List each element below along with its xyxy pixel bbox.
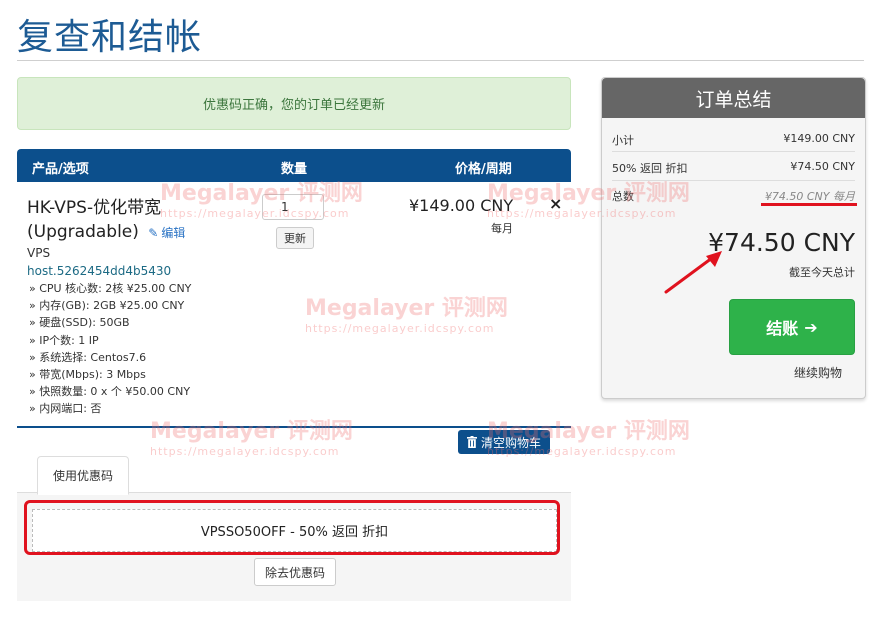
subtotal-label: 小计 — [612, 134, 634, 147]
product-name-text: HK-VPS-优化带宽 (Upgradable) — [27, 198, 162, 242]
watermark: Megalayer 评测网 https://megalayer.idcspy.co… — [305, 290, 508, 335]
option-item: » 快照数量: 0 x 个 ¥50.00 CNY — [29, 385, 191, 399]
option-item: » CPU 核心数: 2核 ¥25.00 CNY — [29, 282, 192, 295]
success-alert-text: 优惠码正确，您的订单已经更新 — [202, 98, 385, 113]
watermark-brand: Megalayer 评测网 — [487, 181, 690, 206]
discount-value: ¥74.50 CNY — [790, 160, 855, 173]
watermark-brand: Megalayer 评测网 — [150, 419, 353, 444]
discount-row: 50% 返回 折扣 ¥74.50 CNY — [612, 160, 855, 176]
checkout-button[interactable]: 结账 ➔ — [729, 299, 855, 355]
watermark-brand: Megalayer 评测网 — [160, 181, 363, 206]
trash-icon — [466, 436, 477, 448]
watermark-url: https://megalayer.idcspy.com — [487, 445, 677, 458]
success-alert: 优惠码正确，您的订单已经更新 — [17, 77, 571, 130]
subtotal-row: 小计 ¥149.00 CNY — [612, 132, 855, 148]
promo-highlight-annotation — [24, 500, 560, 555]
option-item: » 系统选择: Centos7.6 — [29, 350, 147, 364]
watermark-url: https://megalayer.idcspy.com — [487, 207, 677, 220]
order-summary-title: 订单总结 — [602, 78, 865, 118]
watermark-url: https://megalayer.idcspy.com — [150, 445, 340, 458]
edit-label: 编辑 — [161, 226, 186, 240]
product-type: VPS — [27, 246, 51, 260]
product-options-list: » CPU 核心数: 2核 ¥25.00 CNY » 内存(GB): 2GB ¥… — [29, 280, 191, 418]
product-hostname: host.5262454dd4b5430 — [27, 264, 172, 278]
option-item: » 硬盘(SSD): 50GB — [29, 316, 130, 330]
watermark-url: https://megalayer.idcspy.com — [160, 207, 350, 220]
summary-divider — [612, 151, 855, 152]
watermark: Megalayer 评测网 https://megalayer.idcspy.co… — [487, 175, 690, 220]
checkout-label: 结账 — [766, 319, 799, 338]
continue-shopping-link[interactable]: 继续购物 — [794, 364, 842, 381]
title-divider — [17, 60, 864, 61]
due-today-label: 截至今天总计 — [789, 266, 855, 279]
watermark: Megalayer 评测网 https://megalayer.idcspy.co… — [160, 175, 363, 220]
red-arrow-annotation-icon — [664, 251, 722, 294]
pencil-icon: ✎ — [148, 226, 159, 240]
option-item: » 带宽(Mbps): 3 Mbps — [29, 368, 146, 382]
order-summary-panel: 订单总结 小计 ¥149.00 CNY 50% 返回 折扣 ¥74.50 CNY… — [601, 77, 866, 399]
discount-label: 50% 返回 折扣 — [612, 162, 688, 175]
billing-cycle: 每月 — [491, 222, 513, 235]
totals-underline-annotation — [761, 203, 857, 206]
watermark: Megalayer 评测网 https://megalayer.idcspy.co… — [487, 413, 690, 458]
option-item: » IP个数: 1 IP — [29, 333, 99, 347]
page-title: 复查和结帐 — [17, 17, 203, 58]
arrow-right-icon: ➔ — [804, 317, 818, 337]
edit-link[interactable]: ✎ 编辑 — [148, 226, 185, 240]
watermark: Megalayer 评测网 https://megalayer.idcspy.co… — [150, 413, 353, 458]
header-product: 产品/选项 — [32, 162, 89, 177]
watermark-brand: Megalayer 评测网 — [487, 419, 690, 444]
tab-use-promo[interactable]: 使用优惠码 — [37, 456, 129, 495]
totals-value: ¥74.50 CNY 每月 — [764, 190, 855, 203]
total-due-amount: ¥74.50 CNY — [708, 228, 855, 257]
option-item: » 内存(GB): 2GB ¥25.00 CNY — [29, 299, 185, 313]
watermark-url: https://megalayer.idcspy.com — [305, 322, 495, 335]
watermark-brand: Megalayer 评测网 — [305, 296, 508, 321]
subtotal-value: ¥149.00 CNY — [783, 132, 855, 145]
update-quantity-button[interactable]: 更新 — [276, 227, 314, 249]
remove-promo-button[interactable]: 除去优惠码 — [254, 558, 336, 586]
